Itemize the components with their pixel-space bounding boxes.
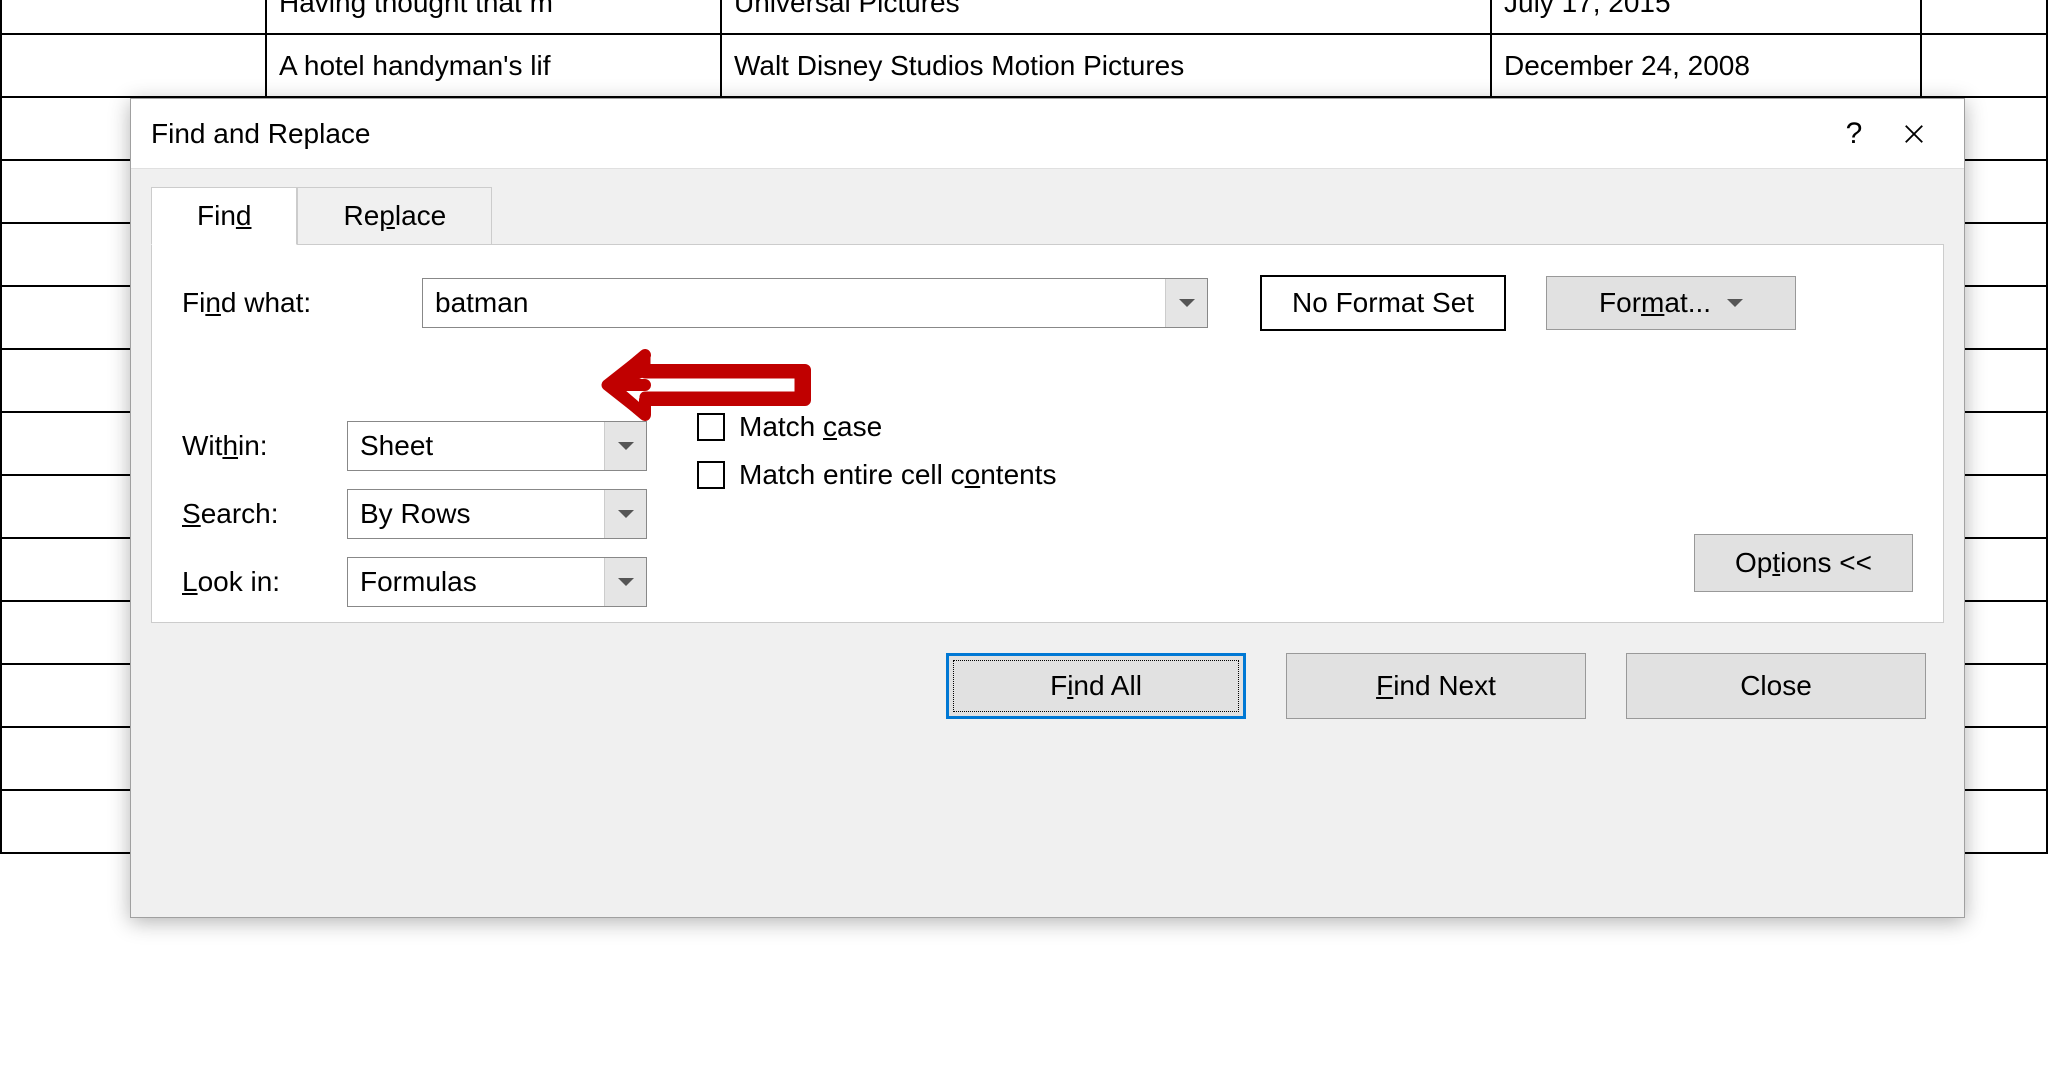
- chevron-down-icon: [1179, 299, 1195, 307]
- cell[interactable]: [1, 0, 266, 34]
- cell[interactable]: [1, 34, 266, 97]
- find-all-button[interactable]: Find All: [946, 653, 1246, 719]
- cell[interactable]: Having thought that m: [266, 0, 721, 34]
- tab-panel-find: Find what: No Format Set Format... Withi…: [151, 244, 1944, 623]
- lookin-select-button[interactable]: [604, 558, 646, 606]
- tab-replace[interactable]: Replace: [297, 187, 492, 245]
- search-label: Search:: [182, 498, 347, 530]
- chevron-down-icon: [618, 442, 634, 450]
- within-select[interactable]: Sheet: [347, 421, 647, 471]
- dialog-titlebar[interactable]: Find and Replace ?: [131, 99, 1964, 169]
- search-select[interactable]: By Rows: [347, 489, 647, 539]
- find-what-dropdown[interactable]: [1165, 279, 1207, 327]
- cell[interactable]: A hotel handyman's lif: [266, 34, 721, 97]
- match-case-label: Match case: [739, 411, 882, 443]
- cell[interactable]: December 24, 2008: [1491, 34, 1921, 97]
- search-select-button[interactable]: [604, 490, 646, 538]
- find-next-button[interactable]: Find Next: [1286, 653, 1586, 719]
- options-toggle-button[interactable]: Options <<: [1694, 534, 1913, 592]
- cell[interactable]: [1921, 0, 2047, 34]
- find-replace-dialog: Find and Replace ? Find Replace Find wha…: [130, 98, 1965, 918]
- find-what-input[interactable]: [423, 279, 1165, 327]
- dialog-title: Find and Replace: [151, 118, 1824, 150]
- cell[interactable]: July 17, 2015: [1491, 0, 1921, 34]
- chevron-down-icon: [1727, 299, 1743, 307]
- within-select-button[interactable]: [604, 422, 646, 470]
- lookin-label: Look in:: [182, 566, 347, 598]
- chevron-down-icon: [618, 510, 634, 518]
- tab-find[interactable]: Find: [151, 187, 297, 245]
- format-button[interactable]: Format...: [1546, 276, 1796, 330]
- match-entire-label: Match entire cell contents: [739, 459, 1057, 491]
- lookin-select[interactable]: Formulas: [347, 557, 647, 607]
- close-button[interactable]: Close: [1626, 653, 1926, 719]
- chevron-down-icon: [618, 578, 634, 586]
- cell[interactable]: Universal Pictures: [721, 0, 1491, 34]
- close-icon[interactable]: [1884, 109, 1944, 159]
- no-format-set-label: No Format Set: [1260, 275, 1506, 331]
- help-button[interactable]: ?: [1824, 109, 1884, 159]
- match-entire-checkbox[interactable]: [697, 461, 725, 489]
- cell[interactable]: [1921, 34, 2047, 97]
- match-case-checkbox[interactable]: [697, 413, 725, 441]
- within-label: Within:: [182, 430, 347, 462]
- find-what-label: Find what:: [182, 287, 422, 319]
- cell[interactable]: Walt Disney Studios Motion Pictures: [721, 34, 1491, 97]
- tab-strip: Find Replace: [131, 169, 1964, 245]
